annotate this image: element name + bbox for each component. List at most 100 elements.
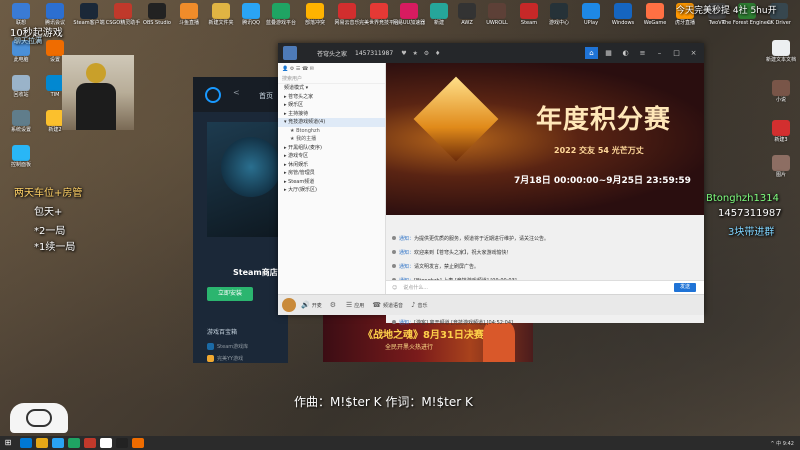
desktop-icon[interactable]: 新建文本文档: [764, 40, 798, 63]
taskbar-app-icon[interactable]: [20, 438, 32, 448]
channel-item[interactable]: ★ 我的主播: [278, 135, 385, 144]
desktop-icon[interactable]: 游戏中心: [542, 3, 576, 26]
top-right-notice: 今天完美秒提 4社 5hu开: [676, 6, 777, 16]
desktop-icon[interactable]: 回收站: [4, 75, 38, 98]
channel-item[interactable]: ▸ 游戏专区: [278, 152, 385, 161]
app-icon: [180, 3, 198, 19]
desktop-icon[interactable]: 控制面板: [4, 145, 38, 168]
desktop-icon[interactable]: WeGame: [638, 3, 672, 26]
desktop-icon[interactable]: 小说: [764, 80, 798, 103]
channel-item[interactable]: ▸ 开黑组队(麦序): [278, 144, 385, 153]
app-icon: [242, 3, 260, 19]
desktop-icon[interactable]: 系统设置: [4, 110, 38, 133]
trophy-crystal-icon: [413, 76, 499, 162]
steam-home-tab[interactable]: 首页: [259, 91, 273, 101]
voice-control-item[interactable]: ☎ 频道语音: [372, 301, 403, 309]
emoji-icon[interactable]: ☺: [392, 285, 397, 291]
maximize-icon[interactable]: □: [670, 47, 683, 59]
taskbar-app-icon[interactable]: [132, 438, 144, 448]
desktop-icon[interactable]: CSGO精灵助手: [106, 3, 140, 26]
toolbox-item[interactable]: Steam游戏库: [207, 343, 248, 350]
desktop-icon[interactable]: 新建3: [764, 120, 798, 143]
channel-item[interactable]: ▸ 休闲娱乐: [278, 161, 385, 170]
desktop-icon[interactable]: 腾讯会议: [38, 3, 72, 26]
desktop-icon[interactable]: UWROLL: [480, 3, 514, 26]
desktop-icon[interactable]: 网易UU加速器: [392, 3, 426, 26]
send-button[interactable]: 发送: [674, 283, 696, 292]
desktop-icon-label: UPlay: [583, 20, 599, 26]
channel-item[interactable]: ▸ 房管/管理员: [278, 169, 385, 178]
song-credits: 作曲：M!$ter K 作词：M!$ter K: [294, 395, 473, 409]
channel-avatar[interactable]: [283, 46, 297, 60]
toolbox-item[interactable]: 完美YY游戏: [207, 355, 243, 362]
desktop-icon-label: 新建2: [48, 127, 62, 133]
steam-logo-icon: [205, 87, 221, 103]
desktop-icon[interactable]: 联想: [4, 3, 38, 26]
close-icon[interactable]: ×: [687, 47, 700, 59]
control-label: 频道语音: [383, 302, 404, 309]
event-title: 年度积分赛: [536, 105, 672, 135]
message-prefix: 通知：: [399, 264, 415, 270]
chat-input[interactable]: 说点什么...: [403, 284, 428, 291]
user-search-input[interactable]: 搜索用户: [278, 75, 385, 84]
control-label: 应用: [354, 302, 365, 309]
grid-icon[interactable]: ▦: [602, 47, 615, 59]
toolbox-item-label: Steam游戏库: [217, 344, 249, 350]
back-icon[interactable]: <: [233, 88, 240, 97]
desktop-icon-label: 新建文件夹: [208, 20, 234, 26]
taskbar-app-icon[interactable]: [36, 438, 48, 448]
steam-big-logo-icon: [221, 137, 281, 197]
yy-voice-window[interactable]: 苍穹头之家 1457311987 ♥ ★ ⚙ ♦ ⌂ ▦ ◐ ≡ – □ × 👤…: [278, 43, 704, 326]
channel-item[interactable]: ▾ 竞技游戏频道(4): [278, 118, 385, 127]
channel-item[interactable]: ▸ 主持接待: [278, 110, 385, 119]
rule-line: 两天车位+房管: [14, 188, 83, 199]
skin-icon[interactable]: ◐: [619, 47, 632, 59]
desktop-icon[interactable]: 蓝叠游戏平台: [264, 3, 298, 26]
taskbar-app-icon[interactable]: [68, 438, 80, 448]
start-icon[interactable]: ⊞: [0, 436, 16, 450]
desktop-icon[interactable]: Steam: [512, 3, 546, 26]
channel-toolbar[interactable]: 👤 ⚙ ☰ ☎ ✉: [278, 63, 385, 75]
game-ad-subtitle: 全民开黑火热进行: [385, 344, 434, 351]
desktop-icon[interactable]: AWZ: [450, 3, 484, 26]
menu-icon[interactable]: ≡: [636, 47, 649, 59]
voice-control-item[interactable]: ⚙: [330, 301, 338, 309]
desktop-icon[interactable]: 新建文件夹: [204, 3, 238, 26]
channel-item[interactable]: 频道模式 ▾: [278, 84, 385, 93]
voice-control-item[interactable]: ♪ 音乐: [411, 301, 427, 309]
desktop-icon[interactable]: OBS Studio: [140, 3, 174, 26]
desktop-icon[interactable]: 斗鱼直播: [172, 3, 206, 26]
desktop-icon[interactable]: 腾讯QQ: [234, 3, 268, 26]
desktop-icon[interactable]: 图片: [764, 155, 798, 178]
voice-control-bar: 🔊 开麦 ⚙ ☰ 应用 ☎ 频道语音 ♪ 音乐: [278, 294, 704, 315]
voice-control-item[interactable]: 🔊 开麦: [301, 301, 322, 309]
rule-line: *2一局: [34, 226, 66, 237]
steam-window[interactable]: < 首页 Steam商店 立即安装 游戏百宝箱 Steam游戏库 完美YY游戏: [193, 77, 288, 363]
taskbar-app-icon[interactable]: [52, 438, 64, 448]
channel-item[interactable]: ▸ Steam频道: [278, 178, 385, 187]
voice-control-item[interactable]: ☰ 应用: [346, 301, 364, 309]
channel-item[interactable]: ▸ 娱乐区: [278, 101, 385, 110]
desktop-icon[interactable]: Windows: [606, 3, 640, 26]
taskbar-app-icon[interactable]: [84, 438, 96, 448]
home-icon[interactable]: ⌂: [585, 47, 598, 59]
minimize-icon[interactable]: –: [653, 47, 666, 59]
desktop-icon[interactable]: Steam客户端: [72, 3, 106, 26]
event-banner[interactable]: 年度积分赛 2022 交友 54 光芒万丈 7月18日 00:00:00~9月2…: [386, 63, 704, 215]
title-action-icons[interactable]: ♥ ★ ⚙ ♦: [401, 50, 442, 57]
install-button[interactable]: 立即安装: [207, 287, 253, 301]
app-icon: [46, 3, 64, 19]
user-avatar[interactable]: [282, 298, 296, 312]
channel-item[interactable]: ★ Btonghzh: [278, 127, 385, 136]
desktop-icon-label: 部落冲突: [304, 20, 325, 26]
taskbar-app-icon[interactable]: [100, 438, 112, 448]
taskbar-app-icon[interactable]: [116, 438, 128, 448]
system-tray[interactable]: ^ 中 9:42: [770, 440, 800, 447]
desktop-icon[interactable]: UPlay: [574, 3, 608, 26]
event-subtitle: 2022 交友 54 光芒万丈: [554, 146, 644, 155]
channel-item[interactable]: ▸ 苍穹头之家: [278, 93, 385, 102]
channel-item[interactable]: ▸ 大厅(娱乐区): [278, 186, 385, 195]
desktop-icon[interactable]: 部落冲突: [298, 3, 332, 26]
app-icon: [46, 40, 64, 56]
desktop-icon[interactable]: 完美世界竞技平台: [359, 3, 399, 26]
